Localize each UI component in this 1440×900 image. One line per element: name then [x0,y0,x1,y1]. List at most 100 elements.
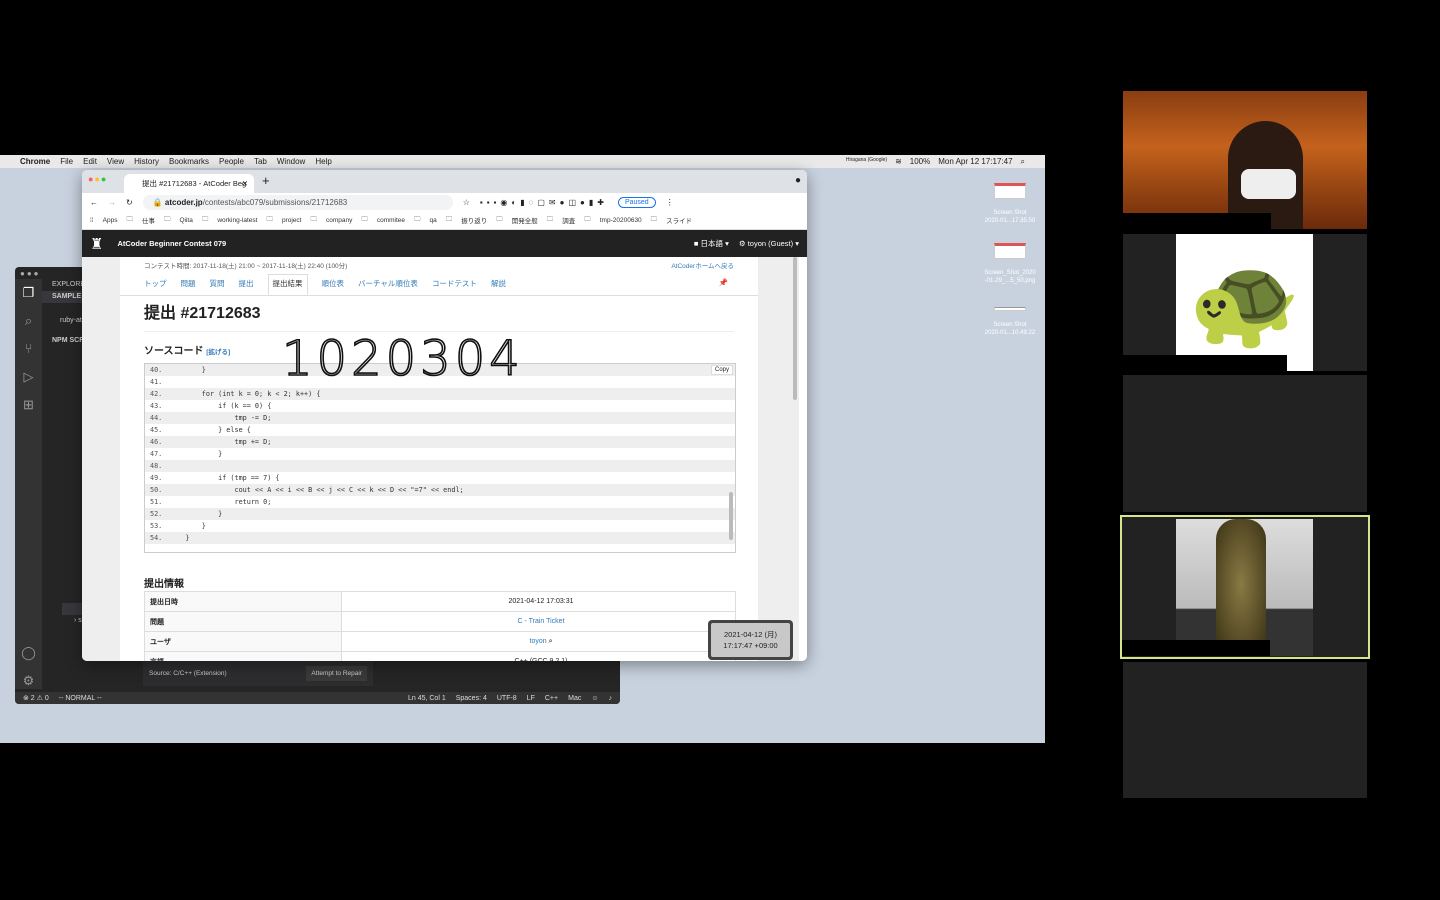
menu-help[interactable]: Help [315,157,331,166]
bookmark[interactable]: project [282,217,302,224]
code-scrollbar[interactable] [729,492,733,540]
code-line: 53. } [145,520,735,532]
source-code[interactable]: Copy 40. } 41. 42. for (int k = 0; k < 2; … [144,363,736,553]
menu-file[interactable]: File [60,157,73,166]
bookmark[interactable]: commitee [377,217,405,224]
reload-icon[interactable]: ↻ [126,198,133,207]
window-controls[interactable]: ●●● [20,269,41,278]
menu-people[interactable]: People [219,157,244,166]
bookmark[interactable]: qa [430,217,437,224]
line-number: 47. [150,450,163,458]
feedback-icon[interactable]: ☺ [591,695,598,702]
menubar-clock[interactable]: Mon Apr 12 17:17:47 [938,157,1012,167]
browser-tab[interactable]: 提出 #21712683 - AtCoder Beg ✕ [124,174,254,193]
video-tile-5[interactable] [1123,662,1367,798]
menu-history[interactable]: History [134,157,159,166]
expand-link[interactable]: [拡げる] [206,349,230,356]
bookmark[interactable]: working-latest [217,217,257,224]
address-bar[interactable]: 🔒 atcoder.jp/contests/abc079/submissions… [142,194,453,210]
bookmark[interactable]: Qiita [179,217,192,224]
nav-item[interactable]: 提出 [239,278,254,295]
line-ending[interactable]: LF [527,695,535,702]
keyboard-layout[interactable]: Mac [568,695,581,702]
back-icon[interactable]: ← [90,198,98,207]
bookmark[interactable]: 仕事 [142,215,155,225]
nav-item[interactable]: 質問 [210,278,225,295]
language-mode[interactable]: C++ [545,695,558,702]
traffic-lights[interactable]: ●●● [88,174,107,184]
pin-icon[interactable]: 📌 [719,278,728,295]
nav-item[interactable]: バーチャル順位表 [358,278,418,295]
extensions-icon[interactable]: ⊞ [15,391,42,419]
input-source[interactable]: Hiragana (Google) [846,157,887,167]
page-scrollbar[interactable] [793,257,797,400]
contest-time: コンテスト時間: 2017-11-18(土) 21:00 ~ 2017-11-1… [144,263,348,270]
menu-tab[interactable]: Tab [254,157,267,166]
bookmark[interactable]: 開発全般 [512,215,538,225]
turtle-icon: 🐢 [1176,234,1313,371]
problems-count[interactable]: ⊗ 2 ⚠ 0 [23,694,49,702]
menu-app[interactable]: Chrome [20,157,50,166]
video-tile-1[interactable] [1123,91,1367,229]
attempt-repair-button[interactable]: Attempt to Repair [306,665,367,681]
menu-bookmarks[interactable]: Bookmarks [169,157,209,166]
bookmark[interactable]: company [326,217,352,224]
settings-gear-icon[interactable]: ⚙ [15,667,42,695]
nav-item[interactable]: 提出結果 [267,274,308,295]
menu-edit[interactable]: Edit [83,157,97,166]
contest-title[interactable]: AtCoder Beginner Contest 079 [117,239,226,248]
profile-icon[interactable]: ● [795,175,801,186]
video-tile-3[interactable] [1123,375,1367,512]
desktop-file[interactable]: Screen_Shot_2020 -01-29_...5_50.png [975,243,1045,285]
source-control-icon[interactable]: ⑂ [15,335,42,363]
info-value[interactable]: toyon ⌕ [341,631,736,652]
forward-icon[interactable]: → [108,198,116,207]
cursor-position[interactable]: Ln 45, Col 1 [408,695,446,702]
menu-icon[interactable]: ⋮ [666,198,674,207]
info-value[interactable]: C - Train Ticket [341,611,736,632]
bookmark[interactable]: Apps [103,217,118,224]
tooltip-date: 2021-04-12 (月) [724,630,777,639]
video-tile-active-speaker[interactable] [1120,515,1370,659]
line-number: 49. [150,474,163,482]
language-select[interactable]: ■ 日本語 ▾ [694,238,729,249]
menu-view[interactable]: View [107,157,124,166]
video-tile-2[interactable]: 🐢 [1123,234,1367,371]
copy-button[interactable]: Copy [710,365,733,375]
bookmark[interactable]: 調査 [562,215,575,225]
encoding[interactable]: UTF-8 [497,695,517,702]
close-tab-icon[interactable]: ✕ [242,174,248,193]
bell-icon[interactable]: ♪ [609,695,613,702]
star-icon[interactable]: ☆ [463,198,470,207]
clock-tooltip: 2021-04-12 (月) 17:17:47 +09:00 [708,620,793,660]
battery[interactable]: 100% [910,157,930,167]
info-value: C++ (GCC 9.2.1) [341,651,736,661]
indentation[interactable]: Spaces: 4 [456,695,487,702]
nav-item[interactable]: 問題 [181,278,196,295]
extension-icons[interactable]: ▪▪▪◉◐▮◌▢✉●◫●▮✚ [480,198,608,207]
atcoder-logo[interactable]: ♜ [90,235,103,253]
spotlight-icon[interactable]: ⌕ [1021,157,1025,167]
desktop-file[interactable]: Screen Shot 2020-01...17.35.50 [975,183,1045,225]
bookmark[interactable]: スライド [666,215,692,225]
desktop-file[interactable]: Screen Shot 2020-01...10.49.22 [975,307,1045,337]
wifi-icon[interactable]: ≋ [895,157,902,167]
home-link[interactable]: AtCoderホームへ戻る [671,262,734,271]
nav-item[interactable]: トップ [144,278,167,295]
bookmark[interactable]: tmp-20200630 [600,217,642,224]
explorer-icon[interactable]: ❐ [15,279,42,307]
account-icon[interactable]: ◯ [15,639,42,667]
paused-profile-button[interactable]: Paused [617,196,656,208]
name-label [1122,640,1270,656]
menu-window[interactable]: Window [277,157,305,166]
run-debug-icon[interactable]: ▷ [15,363,42,391]
search-icon[interactable]: ⌕ [15,307,42,335]
nav-item[interactable]: 解説 [491,278,506,295]
new-tab-button[interactable]: + [262,173,270,188]
page-content: コンテスト時間: 2017-11-18(土) 21:00 ~ 2017-11-1… [82,257,799,661]
bookmark[interactable]: 振り返り [461,215,487,225]
nav-item[interactable]: コードテスト [432,278,477,295]
nav-item[interactable]: 順位表 [322,278,345,295]
user-menu[interactable]: ⚙ toyon (Guest) ▾ [739,239,799,248]
search-icon[interactable]: ⌕ [549,638,553,645]
